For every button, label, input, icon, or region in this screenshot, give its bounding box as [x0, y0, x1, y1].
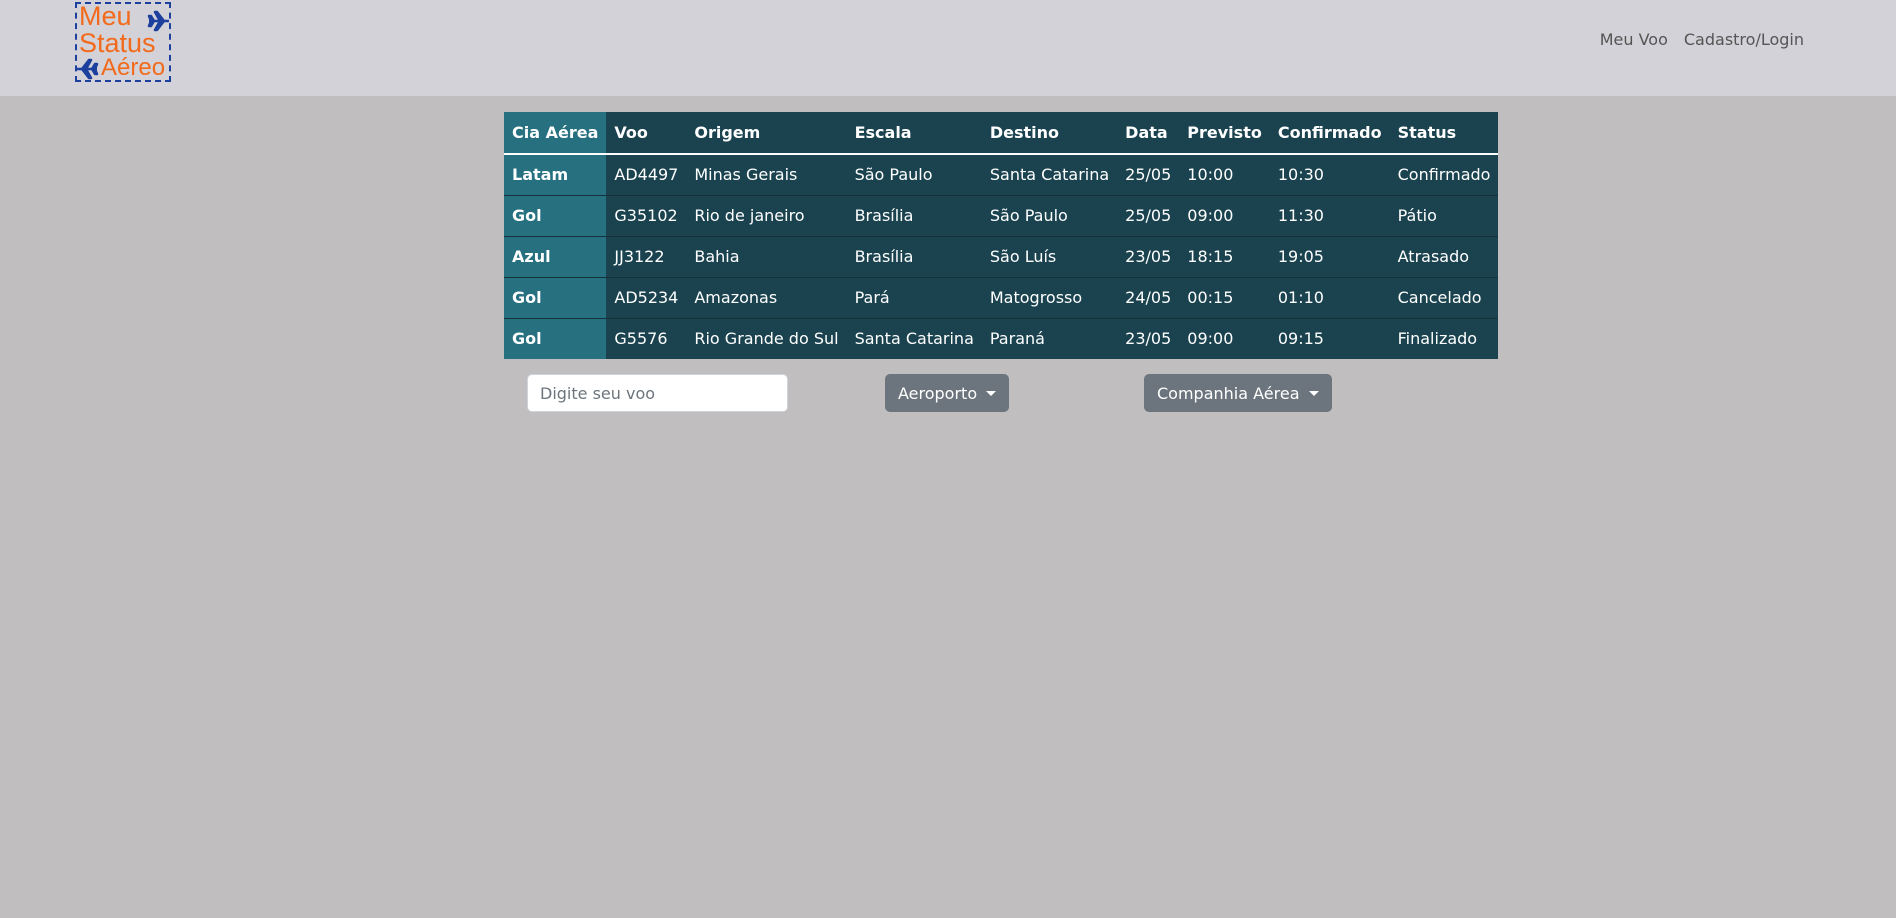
cell-origem: Minas Gerais	[686, 153, 847, 195]
column-header-cia-aerea: Cia Aérea	[504, 112, 607, 155]
nav-link-cadastro-login[interactable]: Cadastro/Login	[1684, 30, 1804, 49]
table-row: Azul JJ3122 Bahia Brasília São Luís 23/0…	[504, 235, 1499, 277]
cell-voo: G5576	[606, 317, 687, 359]
column-header-destino: Destino	[981, 112, 1118, 155]
brand-line-3: Aéreo	[101, 54, 166, 81]
cell-origem: Rio Grande do Sul	[686, 317, 847, 359]
airport-dropdown-label: Aeroporto	[898, 383, 978, 403]
column-header-confirmado: Confirmado	[1269, 112, 1390, 155]
column-header-voo: Voo	[606, 112, 687, 155]
cell-data: 25/05	[1117, 194, 1180, 236]
cell-status: Finalizado	[1389, 317, 1499, 359]
column-header-escala: Escala	[846, 112, 982, 155]
cell-previsto: 00:15	[1179, 276, 1270, 318]
cell-voo: G35102	[606, 194, 687, 236]
table-row: Gol G35102 Rio de janeiro Brasília São P…	[504, 194, 1499, 236]
navbar: Meu Status Aéreo Meu Voo Cadastro/Login	[0, 0, 1896, 96]
cell-origem: Bahia	[686, 235, 847, 277]
column-header-status: Status	[1389, 112, 1499, 155]
cell-confirmado: 19:05	[1269, 235, 1390, 277]
table-row: Gol AD5234 Amazonas Pará Matogrosso 24/0…	[504, 276, 1499, 318]
cell-destino: São Paulo	[981, 194, 1118, 236]
cell-cia-aerea: Gol	[504, 194, 607, 236]
column-header-data: Data	[1117, 112, 1180, 155]
flight-search-input[interactable]	[527, 374, 788, 412]
table-row: Gol G5576 Rio Grande do Sul Santa Catari…	[504, 317, 1499, 359]
cell-voo: JJ3122	[606, 235, 687, 277]
cell-destino: Santa Catarina	[981, 153, 1118, 195]
cell-cia-aerea: Gol	[504, 276, 607, 318]
cell-status: Pátio	[1389, 194, 1499, 236]
cell-escala: Brasília	[846, 235, 982, 277]
cell-status: Atrasado	[1389, 235, 1499, 277]
cell-escala: São Paulo	[846, 153, 982, 195]
cell-cia-aerea: Gol	[504, 317, 607, 359]
cell-data: 23/05	[1117, 235, 1180, 277]
cell-voo: AD5234	[606, 276, 687, 318]
column-header-origem: Origem	[686, 112, 847, 155]
cell-previsto: 09:00	[1179, 194, 1270, 236]
cell-voo: AD4497	[606, 153, 687, 195]
cell-confirmado: 09:15	[1269, 317, 1390, 359]
column-header-previsto: Previsto	[1179, 112, 1270, 155]
flights-table: Cia Aérea Voo Origem Escala Destino Data…	[504, 112, 1499, 359]
table-header-row: Cia Aérea Voo Origem Escala Destino Data…	[504, 112, 1499, 155]
brand-logo[interactable]: Meu Status Aéreo	[75, 1, 171, 82]
caret-down-icon	[986, 390, 997, 396]
cell-escala: Santa Catarina	[846, 317, 982, 359]
cell-status: Cancelado	[1389, 276, 1499, 318]
cell-destino: Matogrosso	[981, 276, 1118, 318]
cell-data: 25/05	[1117, 153, 1180, 195]
table-row: Latam AD4497 Minas Gerais São Paulo Sant…	[504, 153, 1499, 195]
cell-confirmado: 10:30	[1269, 153, 1390, 195]
cell-cia-aerea: Latam	[504, 153, 607, 195]
cell-data: 24/05	[1117, 276, 1180, 318]
cell-cia-aerea: Azul	[504, 235, 607, 277]
cell-origem: Rio de janeiro	[686, 194, 847, 236]
cell-confirmado: 01:10	[1269, 276, 1390, 318]
airport-dropdown-button[interactable]: Aeroporto	[885, 374, 1010, 412]
airline-dropdown-label: Companhia Aérea	[1157, 383, 1300, 403]
cell-origem: Amazonas	[686, 276, 847, 318]
caret-down-icon	[1308, 390, 1319, 396]
cell-destino: Paraná	[981, 317, 1118, 359]
nav-links: Meu Voo Cadastro/Login	[1600, 30, 1804, 49]
nav-link-meu-voo[interactable]: Meu Voo	[1600, 30, 1668, 49]
airplane-icon	[77, 58, 99, 80]
airline-dropdown-button[interactable]: Companhia Aérea	[1144, 374, 1332, 412]
cell-escala: Brasília	[846, 194, 982, 236]
cell-confirmado: 11:30	[1269, 194, 1390, 236]
cell-previsto: 18:15	[1179, 235, 1270, 277]
cell-destino: São Luís	[981, 235, 1118, 277]
brand-line-1: Meu	[79, 1, 132, 31]
cell-previsto: 10:00	[1179, 153, 1270, 195]
cell-data: 23/05	[1117, 317, 1180, 359]
cell-previsto: 09:00	[1179, 317, 1270, 359]
filter-controls: Aeroporto Companhia Aérea	[0, 374, 1896, 414]
cell-status: Confirmado	[1389, 153, 1499, 195]
cell-escala: Pará	[846, 276, 982, 318]
